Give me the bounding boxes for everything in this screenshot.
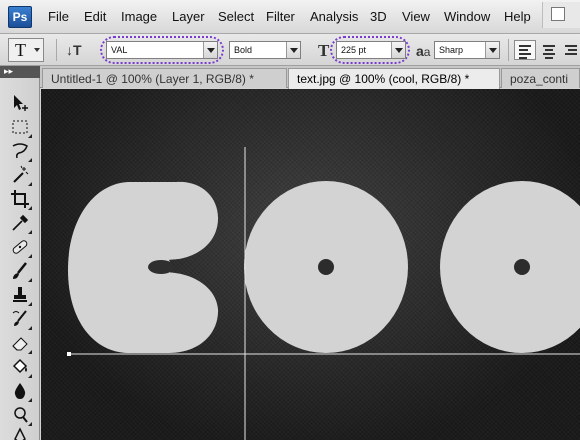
dodge-tool[interactable] (8, 404, 32, 426)
eraser-tool[interactable] (8, 332, 32, 354)
letter-c-shape (68, 181, 219, 353)
brush-tool[interactable] (8, 260, 32, 282)
menu-filter[interactable]: Filter (266, 9, 295, 24)
letter-o-first-shape (244, 181, 408, 353)
magic-wand-tool[interactable] (8, 164, 32, 186)
menu-view[interactable]: View (402, 9, 430, 24)
menu-window[interactable]: Window (444, 9, 490, 24)
type-tool-icon: T (15, 39, 26, 60)
dropdown-arrow-icon[interactable] (286, 42, 300, 58)
droplet-icon (14, 383, 26, 399)
bandage-icon (12, 240, 28, 254)
blur-tool[interactable] (8, 380, 32, 402)
menu-3d[interactable]: 3D (370, 9, 387, 24)
pen-icon (14, 427, 26, 440)
align-left-button[interactable] (514, 40, 536, 60)
separator (508, 39, 509, 61)
magic-wand-icon (13, 165, 29, 183)
anti-alias-icon: aa (416, 43, 430, 59)
paint-bucket-tool[interactable] (8, 356, 32, 378)
font-family-value: VAL (111, 45, 128, 55)
stamp-icon (13, 287, 27, 302)
chevron-down-icon (34, 48, 40, 52)
mini-bridge-button[interactable] (542, 2, 580, 28)
anti-alias-glyph-big: a (416, 43, 424, 59)
menu-image[interactable]: Image (121, 9, 157, 24)
font-style-value: Bold (234, 45, 253, 55)
separator (56, 39, 57, 61)
menu-help[interactable]: Help (504, 9, 531, 24)
toolbox: ▸▸ (0, 66, 40, 440)
menu-analysis[interactable]: Analysis (310, 9, 358, 24)
clone-stamp-tool[interactable] (8, 284, 32, 306)
pen-tool[interactable] (8, 426, 32, 440)
tab-text-jpg[interactable]: text.jpg @ 100% (cool, RGB/8) * (288, 68, 500, 89)
font-size-icon: T (318, 41, 330, 60)
brush-icon (13, 262, 27, 279)
document-canvas[interactable] (41, 89, 580, 440)
toolbox-header[interactable]: ▸▸ (0, 66, 40, 78)
menu-layer[interactable]: Layer (172, 9, 205, 24)
crop-icon (11, 190, 29, 208)
history-brush-tool[interactable] (8, 308, 32, 330)
lasso-tool[interactable] (8, 140, 32, 162)
align-center-button[interactable] (538, 40, 560, 60)
options-bar: T ↓T VAL Bold T 225 pt aa Sharp (0, 34, 580, 66)
dropdown-arrow-icon[interactable] (203, 42, 217, 58)
healing-brush-tool[interactable] (8, 236, 32, 258)
dropdown-arrow-icon[interactable] (485, 42, 499, 58)
anti-alias-value: Sharp (439, 45, 464, 55)
move-tool[interactable] (8, 92, 32, 114)
collapse-icon: ▸▸ (4, 66, 14, 76)
document-tab-bar: Untitled-1 @ 100% (Layer 1, RGB/8) * tex… (0, 66, 580, 89)
toggle-text-orientation-button[interactable]: ↓T (66, 42, 82, 58)
eyedropper-tool[interactable] (8, 212, 32, 234)
anti-alias-select[interactable]: Sharp (434, 41, 500, 59)
dropdown-arrow-icon[interactable] (391, 42, 405, 58)
tab-poza-conti[interactable]: poza_conti (501, 68, 580, 88)
menu-bar: Ps File Edit Image Layer Select Filter A… (0, 0, 580, 34)
font-family-select[interactable]: VAL (106, 41, 218, 59)
marquee-tool[interactable] (8, 116, 32, 138)
align-right-button[interactable] (560, 40, 580, 60)
crop-tool[interactable] (8, 188, 32, 210)
anti-alias-glyph: a (423, 45, 431, 59)
menu-select[interactable]: Select (218, 9, 254, 24)
text-insertion-anchor[interactable] (67, 352, 71, 356)
dodge-icon (14, 407, 28, 423)
history-brush-icon (12, 310, 27, 326)
rectangular-marquee-icon (12, 120, 28, 134)
tool-preset-picker[interactable]: T (8, 38, 44, 62)
bucket-icon (12, 358, 28, 374)
move-icon (14, 95, 28, 111)
font-size-value: 225 pt (341, 45, 367, 55)
photoshop-logo: Ps (8, 6, 32, 28)
letter-o-second-shape (440, 181, 580, 353)
font-style-select[interactable]: Bold (229, 41, 301, 59)
eyedropper-icon (12, 214, 29, 231)
bridge-icon (551, 7, 565, 21)
lasso-icon (12, 143, 28, 159)
canvas-artwork (67, 147, 580, 440)
eraser-icon (12, 337, 28, 351)
menu-edit[interactable]: Edit (84, 9, 106, 24)
menu-file[interactable]: File (48, 9, 69, 24)
tab-untitled-1[interactable]: Untitled-1 @ 100% (Layer 1, RGB/8) * (42, 68, 287, 88)
font-size-select[interactable]: 225 pt (336, 41, 406, 59)
